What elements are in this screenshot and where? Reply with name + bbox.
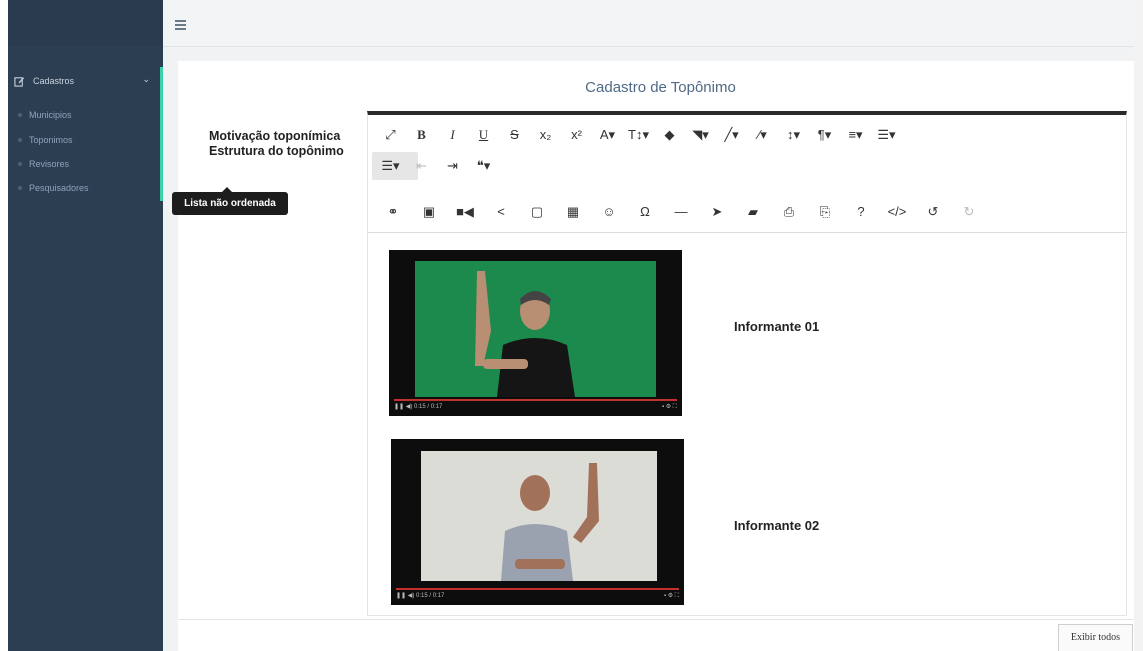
background-color-icon[interactable]: ◥▾	[686, 125, 715, 145]
text-color-icon[interactable]: ◆	[655, 125, 684, 145]
pause-icon[interactable]: ❚❚	[396, 593, 406, 599]
redo-icon[interactable]: ↻	[952, 202, 986, 222]
italic-icon[interactable]: I	[438, 125, 467, 145]
sidebar-item-toponimos[interactable]: Toponimos	[18, 133, 73, 147]
quote-icon[interactable]: ❝▾	[469, 156, 498, 176]
link-icon[interactable]: ⚭	[376, 202, 410, 222]
tooltip: Lista não ordenada	[172, 187, 288, 215]
sidebar-item-revisores[interactable]: Revisores	[18, 157, 69, 171]
sidebar: Cadastros ⌄ Municipios Toponimos Revisor…	[8, 0, 163, 651]
fullscreen-icon[interactable]: ⤢	[376, 125, 405, 145]
brush-icon[interactable]: ╱▾	[717, 125, 746, 145]
top-navbar	[163, 0, 1143, 47]
window-edge	[1134, 0, 1143, 651]
video-controls-2[interactable]: ❚❚ ◀) 0:15 / 0:17 ▪ ⚙ ⛶	[396, 592, 679, 602]
video-controls-1[interactable]: ❚❚ ◀) 0:15 / 0:17 ▪ ⚙ ⛶	[394, 403, 677, 413]
undo-icon[interactable]: ↺	[916, 202, 950, 222]
editor-toolbar: ⤢ B I U Sx₂ x² A▾ T↕▾ ◆ ◥▾ ╱▾ ⁄▾ ↕▾ ¶▾ ≡▾ ☰▾ ☰▾ ⇤ ⇥ ❝▾ ⚭ ▣ ■◀ <…	[368, 115, 1126, 233]
table-icon[interactable]: ▦	[556, 202, 590, 222]
hamburger-icon[interactable]	[175, 20, 186, 30]
rich-text-editor[interactable]: ⤢ B I U Sx₂ x² A▾ T↕▾ ◆ ◥▾ ╱▾ ⁄▾ ↕▾ ¶▾ ≡▾ ☰▾ ☰▾ ⇤ ⇥ ❝▾ ⚭ ▣ ■◀ <…	[367, 111, 1127, 616]
paragraph-icon[interactable]: ¶▾	[810, 125, 839, 145]
sidebar-item-label: Pesquisadores	[29, 183, 89, 193]
print-icon[interactable]: ⎙	[772, 202, 806, 222]
video-frame-2	[421, 451, 657, 581]
video-icon[interactable]: ■◀	[448, 202, 482, 222]
eraser-icon[interactable]: ▰	[736, 202, 770, 222]
indent-icon[interactable]: ⇥	[438, 156, 467, 176]
strikethrough-icon[interactable]: S	[500, 125, 529, 145]
sidebar-active-indicator	[160, 67, 163, 201]
person-figure	[475, 271, 575, 397]
fullscreen-icon[interactable]: ▪ ⚙ ⛶	[662, 403, 677, 411]
video-time: 0:15 / 0:17	[416, 593, 445, 599]
sidebar-item-municipios[interactable]: Municipios	[18, 108, 72, 122]
edit-icon	[14, 76, 25, 87]
bullet-icon	[18, 138, 22, 142]
editor-content[interactable]: ❚❚ ◀) 0:15 / 0:17 ▪ ⚙ ⛶ Informante 01 ❚❚…	[368, 233, 1126, 615]
bullet-icon	[18, 186, 22, 190]
outdent-icon[interactable]: ⇤	[407, 156, 436, 176]
show-all-button[interactable]: Exibir todos	[1058, 624, 1133, 651]
volume-icon[interactable]: ◀)	[406, 404, 413, 410]
help-icon[interactable]: ?	[844, 202, 878, 222]
unordered-list-icon[interactable]: ☰▾	[376, 156, 405, 176]
sidebar-header	[8, 0, 163, 46]
fullscreen-icon[interactable]: ▪ ⚙ ⛶	[664, 592, 679, 600]
image-icon[interactable]: ▣	[412, 202, 446, 222]
bullet-icon	[18, 162, 22, 166]
code-view-icon[interactable]: </>	[880, 202, 914, 222]
page-title: Cadastro de Topônimo	[585, 79, 736, 96]
pdf-icon[interactable]: ⎘	[808, 202, 842, 222]
line-height-icon[interactable]: ↕▾	[779, 125, 808, 145]
pause-icon[interactable]: ❚❚	[394, 404, 404, 410]
sidebar-item-pesquisadores[interactable]: Pesquisadores	[18, 181, 89, 195]
sidebar-section-cadastros[interactable]: Cadastros ⌄	[8, 71, 160, 91]
pointer-icon[interactable]: ➤	[700, 202, 734, 222]
magic-icon[interactable]: ⁄▾	[748, 125, 777, 145]
video-player-1[interactable]: ❚❚ ◀) 0:15 / 0:17 ▪ ⚙ ⛶	[389, 250, 682, 416]
informante-label-2: Informante 02	[734, 518, 820, 533]
video-player-2[interactable]: ❚❚ ◀) 0:15 / 0:17 ▪ ⚙ ⛶	[391, 439, 684, 605]
font-size-icon[interactable]: T↕▾	[624, 125, 653, 145]
video-time: 0:15 / 0:17	[414, 404, 443, 410]
font-family-icon[interactable]: A▾	[593, 125, 622, 145]
video-progress-1[interactable]	[394, 399, 677, 401]
share-icon[interactable]: <	[484, 202, 518, 222]
special-char-icon[interactable]: Ω	[628, 202, 662, 222]
card-footer	[178, 619, 1143, 651]
sidebar-section-label: Cadastros	[33, 76, 75, 86]
subscript-icon[interactable]: x₂	[531, 125, 560, 145]
bold-icon[interactable]: B	[407, 125, 436, 145]
informante-label-1: Informante 01	[734, 319, 820, 334]
sidebar-item-label: Municipios	[29, 110, 72, 120]
ordered-list-icon[interactable]: ☰▾	[872, 125, 901, 145]
emoji-icon[interactable]: ☺	[592, 202, 626, 222]
bullet-icon	[18, 113, 22, 117]
chevron-down-icon: ⌄	[142, 74, 150, 84]
align-icon[interactable]: ≡▾	[841, 125, 870, 145]
sidebar-item-label: Toponimos	[29, 135, 73, 145]
underline-icon[interactable]: U	[469, 125, 498, 145]
field-label: Motivação toponímica Estrutura do topôni…	[209, 129, 344, 159]
horizontal-line-icon[interactable]: —	[664, 202, 698, 222]
person-figure	[501, 463, 599, 581]
video-frame-1	[415, 261, 656, 397]
volume-icon[interactable]: ◀)	[408, 593, 415, 599]
sidebar-item-label: Revisores	[29, 159, 70, 169]
file-icon[interactable]: ▢	[520, 202, 554, 222]
field-label-line2: Estrutura do topônimo	[209, 144, 344, 158]
video-progress-2[interactable]	[396, 588, 679, 590]
superscript-icon[interactable]: x²	[562, 125, 591, 145]
form-card: Cadastro de Topônimo Motivação toponímic…	[178, 61, 1143, 651]
app-window: Cadastros ⌄ Municipios Toponimos Revisor…	[8, 0, 1143, 651]
field-label-line1: Motivação toponímica	[209, 129, 341, 143]
